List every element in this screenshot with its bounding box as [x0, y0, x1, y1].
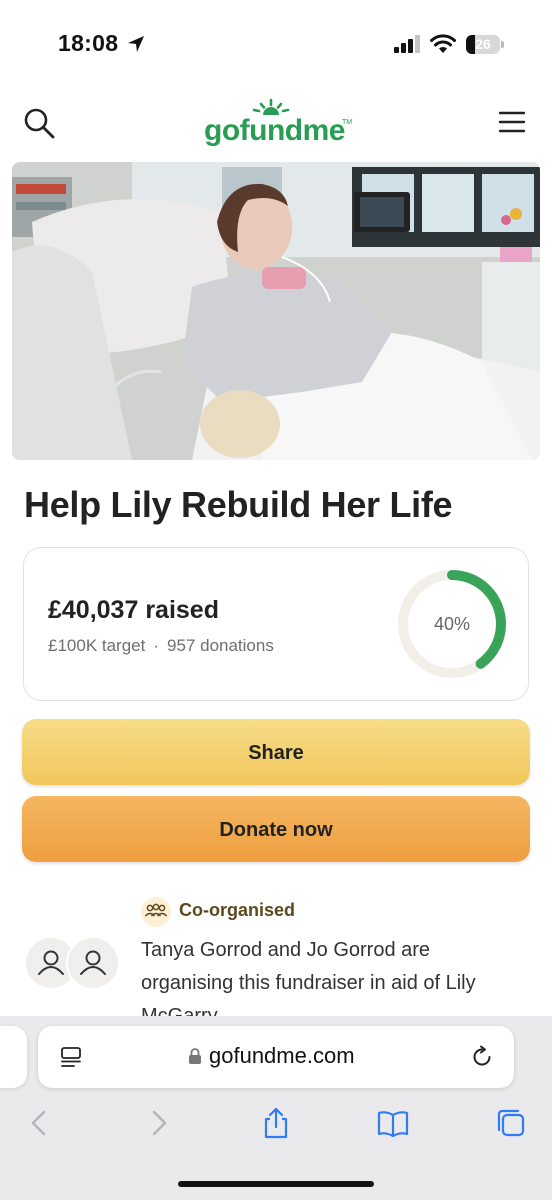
status-bar: 18:08 26 [0, 0, 552, 90]
battery-cap [501, 41, 504, 48]
bookmarks-icon[interactable] [376, 1106, 410, 1140]
people-group-icon [144, 903, 168, 917]
home-indicator [178, 1181, 374, 1187]
amount-raised: £40,037 raised [48, 596, 219, 625]
hamburger-menu-icon[interactable] [498, 110, 526, 134]
previous-tab-preview[interactable] [0, 1026, 27, 1088]
logo-text: gofundme [204, 114, 345, 147]
page-menu-icon[interactable] [60, 1046, 82, 1068]
target-amount: £100K target [48, 636, 146, 655]
campaign-photo[interactable] [12, 162, 540, 460]
donation-count[interactable]: 957 donations [167, 636, 274, 655]
co-organised-label: Co-organised [179, 900, 296, 920]
share-sheet-icon[interactable] [259, 1106, 293, 1140]
status-time: 18:08 [58, 30, 119, 56]
url-text[interactable]: gofundme.com [209, 1043, 355, 1069]
logo-trademark: TM [342, 119, 353, 126]
co-organised-badge-icon [141, 897, 171, 927]
person-icon [80, 950, 106, 975]
fundraising-progress-card: £40,037 raised £100K target · 957 donation… [23, 547, 529, 701]
share-button[interactable]: Share [22, 719, 530, 785]
target-and-donations: £100K target · 957 donations [48, 636, 274, 656]
back-icon[interactable] [22, 1106, 56, 1140]
wifi-icon [430, 34, 456, 53]
battery-level: 26 [475, 36, 491, 52]
gofundme-logo[interactable]: gofundme TM [204, 98, 354, 150]
lock-icon [189, 1048, 201, 1064]
progress-percent: 40% [433, 614, 471, 634]
search-icon[interactable] [22, 106, 56, 140]
location-arrow-icon [128, 36, 144, 52]
separator-dot: · [153, 636, 160, 655]
cellular-signal-icon [394, 35, 420, 53]
battery-icon: 26 [466, 35, 500, 54]
raised-label: raised [145, 596, 219, 624]
donate-now-button[interactable]: Donate now [22, 796, 530, 862]
organiser-avatar[interactable] [66, 936, 120, 990]
raised-amount: £40,037 [48, 596, 139, 624]
tabs-icon[interactable] [494, 1106, 528, 1140]
address-bar[interactable]: gofundme.com [38, 1026, 514, 1088]
campaign-title: Help Lily Rebuild Her Life [24, 484, 453, 525]
reload-icon[interactable] [470, 1045, 494, 1069]
forward-icon[interactable] [142, 1106, 176, 1140]
